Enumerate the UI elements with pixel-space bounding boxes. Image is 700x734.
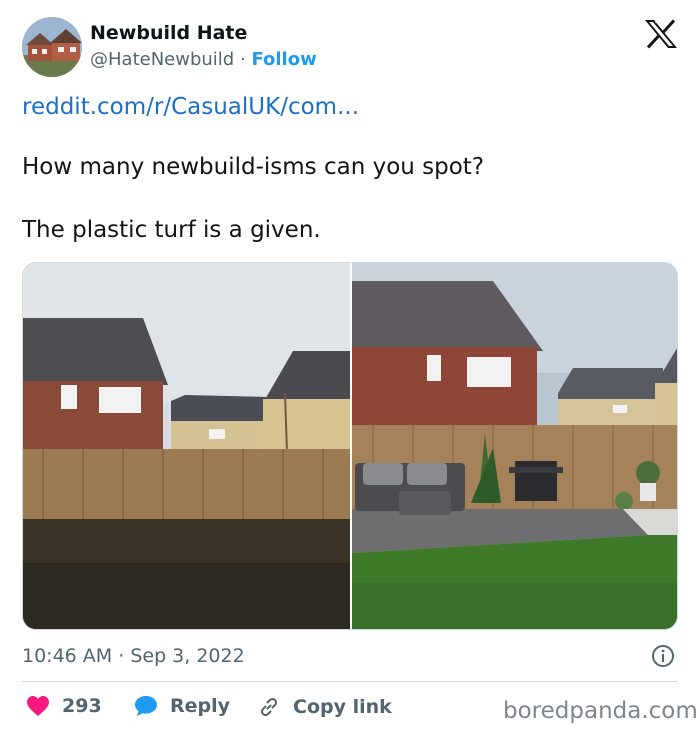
tweet-date: Sep 3, 2022 bbox=[130, 645, 245, 667]
photo-before[interactable] bbox=[23, 263, 350, 630]
reply-label: Reply bbox=[170, 695, 231, 717]
tweet-text-line-1: How many newbuild-isms can you spot? bbox=[22, 154, 485, 180]
display-name[interactable]: Newbuild Hate bbox=[90, 22, 247, 44]
actions-divider bbox=[22, 681, 678, 682]
avatar-image bbox=[22, 17, 82, 77]
timestamp-separator: · bbox=[118, 645, 125, 667]
timestamp[interactable]: 10:46 AM · Sep 3, 2022 bbox=[22, 645, 245, 667]
reply-button[interactable]: Reply bbox=[134, 695, 230, 717]
tweet-text-line-2: The plastic turf is a given. bbox=[22, 217, 321, 243]
heart-icon bbox=[27, 696, 49, 716]
handle-separator: · bbox=[239, 49, 246, 70]
handle-row: @HateNewbuild · Follow bbox=[90, 49, 317, 70]
copy-link-button[interactable]: Copy link bbox=[257, 695, 392, 719]
tweet-time: 10:46 AM bbox=[22, 645, 113, 667]
reddit-link[interactable]: reddit.com/r/CasualUK/com... bbox=[22, 94, 359, 120]
info-icon[interactable] bbox=[651, 644, 675, 668]
copy-link-label: Copy link bbox=[293, 696, 392, 718]
avatar[interactable] bbox=[22, 17, 82, 77]
like-button[interactable]: 293 bbox=[26, 695, 102, 717]
like-count: 293 bbox=[62, 695, 102, 717]
photo-after[interactable] bbox=[352, 263, 678, 630]
user-handle[interactable]: @HateNewbuild bbox=[90, 49, 234, 70]
watermark: boredpanda.com bbox=[503, 698, 698, 724]
x-logo-icon[interactable] bbox=[644, 19, 678, 49]
reply-bubble-icon bbox=[135, 696, 157, 716]
tweet-media[interactable] bbox=[22, 262, 678, 630]
follow-button[interactable]: Follow bbox=[251, 49, 316, 70]
link-icon bbox=[260, 697, 278, 717]
